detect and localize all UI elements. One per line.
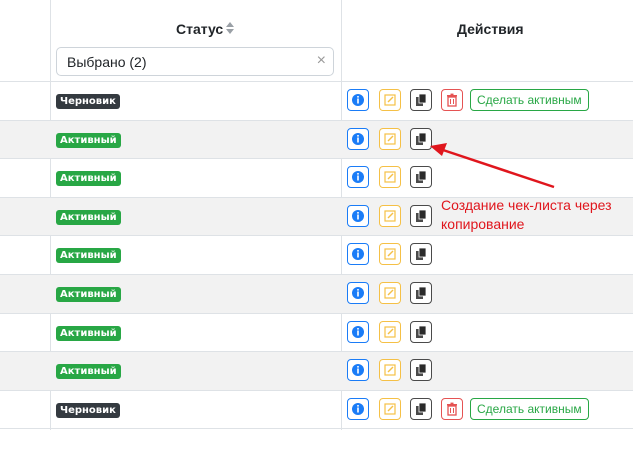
sort-icon[interactable] (225, 21, 235, 35)
trash-icon[interactable] (441, 397, 463, 420)
status-badge: Активный (56, 171, 121, 187)
copy-icon[interactable] (410, 243, 432, 266)
status-badge: Активный (56, 325, 121, 341)
status-badge: Активный (56, 132, 121, 148)
table-row: Активный (0, 352, 633, 391)
status-badge: Черновик (56, 94, 120, 109)
edit-icon[interactable] (379, 243, 401, 266)
status-badge: Черновик (56, 402, 120, 418)
edit-icon[interactable] (379, 204, 401, 227)
edit-icon[interactable] (379, 89, 401, 111)
info-icon[interactable] (347, 166, 369, 189)
info-icon[interactable] (347, 243, 369, 266)
copy-icon[interactable] (410, 397, 432, 420)
status-filter-input[interactable]: Выбрано (2) × (56, 47, 334, 76)
edit-icon[interactable] (379, 359, 401, 382)
edit-icon[interactable] (379, 166, 401, 189)
table-row: Черновик Сделать активным (0, 82, 633, 121)
info-icon[interactable] (347, 282, 369, 304)
trash-icon[interactable] (441, 89, 463, 111)
status-filter-value: Выбрано (2) (67, 54, 147, 70)
info-icon[interactable] (347, 89, 369, 111)
edit-icon[interactable] (379, 397, 401, 420)
copy-icon[interactable] (410, 320, 432, 343)
clear-icon[interactable]: × (317, 52, 326, 70)
table-row: Активный (0, 120, 633, 160)
info-icon[interactable] (347, 127, 369, 150)
table-row: Активный (0, 159, 633, 198)
make-active-button[interactable]: Сделать активным (470, 89, 589, 111)
table-row: Активный (0, 275, 633, 314)
edit-icon[interactable] (379, 282, 401, 304)
copy-icon[interactable] (410, 282, 432, 304)
status-badge: Активный (56, 364, 121, 380)
make-active-button[interactable]: Сделать активным (470, 397, 589, 420)
annotation-text: Создание чек-листа через копирование (441, 197, 612, 232)
info-icon[interactable] (347, 320, 369, 343)
info-icon[interactable] (347, 397, 369, 420)
status-badge: Активный (56, 209, 121, 225)
copy-icon[interactable] (410, 89, 432, 111)
copy-icon[interactable] (410, 359, 432, 382)
table-row: Черновик Сделать активным (0, 391, 633, 430)
column-header-status[interactable]: Статус (176, 21, 223, 37)
info-icon[interactable] (347, 359, 369, 382)
edit-icon[interactable] (379, 127, 401, 150)
info-icon[interactable] (347, 204, 369, 227)
table-row: Активный (0, 314, 633, 353)
status-badge: Активный (56, 248, 121, 264)
edit-icon[interactable] (379, 320, 401, 343)
copy-icon[interactable] (410, 127, 432, 150)
status-badge: Активный (56, 287, 121, 302)
table-row: Активный (0, 236, 633, 275)
column-header-actions: Действия (457, 21, 524, 37)
copy-icon[interactable] (410, 204, 432, 227)
copy-icon[interactable] (410, 166, 432, 189)
